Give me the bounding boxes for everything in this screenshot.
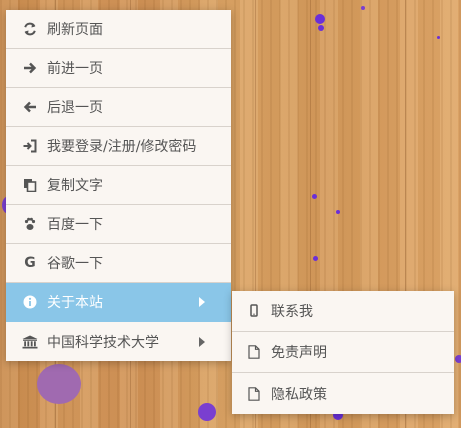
- submenu-item-label: 免责声明: [271, 345, 327, 361]
- refresh-icon: [22, 22, 38, 36]
- menu-item-label: 中国科学技术大学: [47, 334, 159, 351]
- menu-item-back[interactable]: 后退一页: [6, 88, 231, 127]
- decorative-dot: [312, 194, 317, 199]
- info-icon: [22, 295, 38, 309]
- menu-item-refresh[interactable]: 刷新页面: [6, 10, 231, 49]
- file-icon: [246, 345, 262, 359]
- arrow-right-icon: [22, 61, 38, 75]
- university-icon: [22, 335, 38, 349]
- google-icon: G: [24, 255, 36, 271]
- decorative-dot: [198, 403, 216, 421]
- menu-item-label: 复制文字: [47, 178, 103, 194]
- decorative-dot: [455, 355, 461, 363]
- paw-icon: [22, 217, 38, 231]
- submenu-item-contact[interactable]: 联系我: [232, 291, 454, 332]
- file-icon: [246, 386, 262, 401]
- menu-item-label: 前进一页: [47, 61, 103, 77]
- context-menu: 刷新页面 前进一页 后退一页 我要登录/注册/修改密码 复制文字 百度一下 G …: [6, 10, 231, 361]
- submenu-arrow-icon: [199, 297, 205, 307]
- menu-item-login[interactable]: 我要登录/注册/修改密码: [6, 127, 231, 166]
- submenu-item-disclaimer[interactable]: 免责声明: [232, 332, 454, 373]
- about-submenu: 联系我 免责声明 隐私政策: [232, 291, 454, 414]
- decorative-dot: [437, 36, 440, 39]
- decorative-dot: [336, 210, 340, 214]
- decorative-dot: [361, 6, 365, 10]
- decorative-dot: [313, 256, 318, 261]
- decorative-dot: [318, 25, 324, 31]
- menu-item-baidu[interactable]: 百度一下: [6, 205, 231, 244]
- menu-item-label: 后退一页: [47, 100, 103, 116]
- sign-in-icon: [22, 139, 38, 153]
- copy-icon: [22, 178, 38, 192]
- menu-item-label: 刷新页面: [47, 22, 103, 38]
- decorative-dot: [37, 364, 81, 404]
- arrow-left-icon: [22, 100, 38, 114]
- submenu-item-label: 联系我: [271, 304, 313, 320]
- menu-item-label: 关于本站: [47, 295, 103, 311]
- mobile-icon: [246, 304, 262, 318]
- menu-item-copy[interactable]: 复制文字: [6, 166, 231, 205]
- menu-item-label: 谷歌一下: [47, 256, 103, 272]
- menu-item-forward[interactable]: 前进一页: [6, 49, 231, 88]
- menu-item-ustc[interactable]: 中国科学技术大学: [6, 322, 231, 361]
- submenu-arrow-icon: [199, 336, 205, 347]
- menu-item-label: 我要登录/注册/修改密码: [47, 139, 197, 155]
- decorative-dot: [315, 14, 325, 24]
- submenu-item-label: 隐私政策: [271, 386, 327, 403]
- menu-item-label: 百度一下: [47, 217, 103, 233]
- menu-item-about[interactable]: 关于本站: [6, 283, 231, 322]
- submenu-item-privacy[interactable]: 隐私政策: [232, 373, 454, 414]
- menu-item-google[interactable]: G 谷歌一下: [6, 244, 231, 283]
